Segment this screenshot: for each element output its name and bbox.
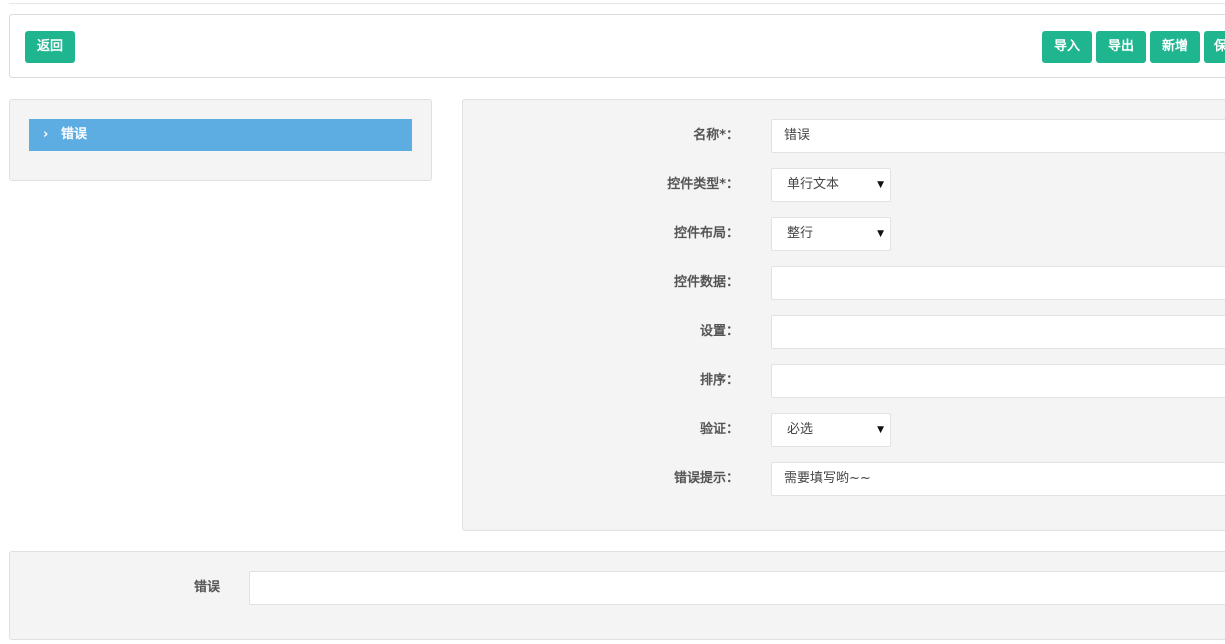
- import-button[interactable]: 导入: [1042, 31, 1092, 63]
- add-button[interactable]: 新增: [1150, 31, 1200, 63]
- settings-label: 设置：: [699, 324, 739, 339]
- caret-down-icon: ▼: [877, 180, 884, 190]
- chevron-right-icon: ›: [43, 127, 49, 142]
- save-button[interactable]: 保: [1204, 31, 1225, 63]
- sort-input[interactable]: [771, 364, 1225, 398]
- layout-select-value: 整行: [787, 226, 814, 241]
- name-label: 名称*：: [693, 128, 739, 143]
- validate-label: 验证：: [699, 422, 739, 437]
- top-divider: [9, 3, 1225, 4]
- field-form-panel: 名称*： 错误 控件类型*： 单行文本 ▼ 控件布局： 整行 ▼ 控件数据： 设…: [462, 99, 1225, 531]
- validate-select[interactable]: 必选 ▼: [771, 413, 891, 447]
- tree-item-error[interactable]: › 错误: [29, 119, 412, 151]
- data-label: 控件数据：: [673, 275, 739, 290]
- caret-down-icon: ▼: [877, 425, 884, 435]
- back-button[interactable]: 返回: [25, 31, 75, 63]
- preview-input[interactable]: [249, 571, 1225, 605]
- type-select[interactable]: 单行文本 ▼: [771, 168, 891, 202]
- layout-label: 控件布局：: [673, 226, 739, 241]
- data-input[interactable]: [771, 266, 1225, 300]
- error-tip-label: 错误提示：: [673, 471, 739, 486]
- layout-select[interactable]: 整行 ▼: [771, 217, 891, 251]
- toolbar: 返回 导入 导出 新增 保: [9, 14, 1225, 78]
- field-tree-panel: › 错误: [9, 99, 432, 181]
- settings-input[interactable]: [771, 315, 1225, 349]
- tree-item-label: 错误: [61, 127, 88, 142]
- validate-select-value: 必选: [787, 422, 814, 437]
- type-label: 控件类型*：: [667, 177, 739, 192]
- preview-panel: 错误: [9, 551, 1225, 640]
- error-tip-input[interactable]: 需要填写哟~~: [771, 462, 1225, 496]
- sort-label: 排序：: [699, 373, 739, 388]
- caret-down-icon: ▼: [877, 229, 884, 239]
- name-input[interactable]: 错误: [771, 119, 1225, 153]
- type-select-value: 单行文本: [787, 177, 840, 192]
- preview-label: 错误: [193, 580, 220, 595]
- export-button[interactable]: 导出: [1096, 31, 1146, 63]
